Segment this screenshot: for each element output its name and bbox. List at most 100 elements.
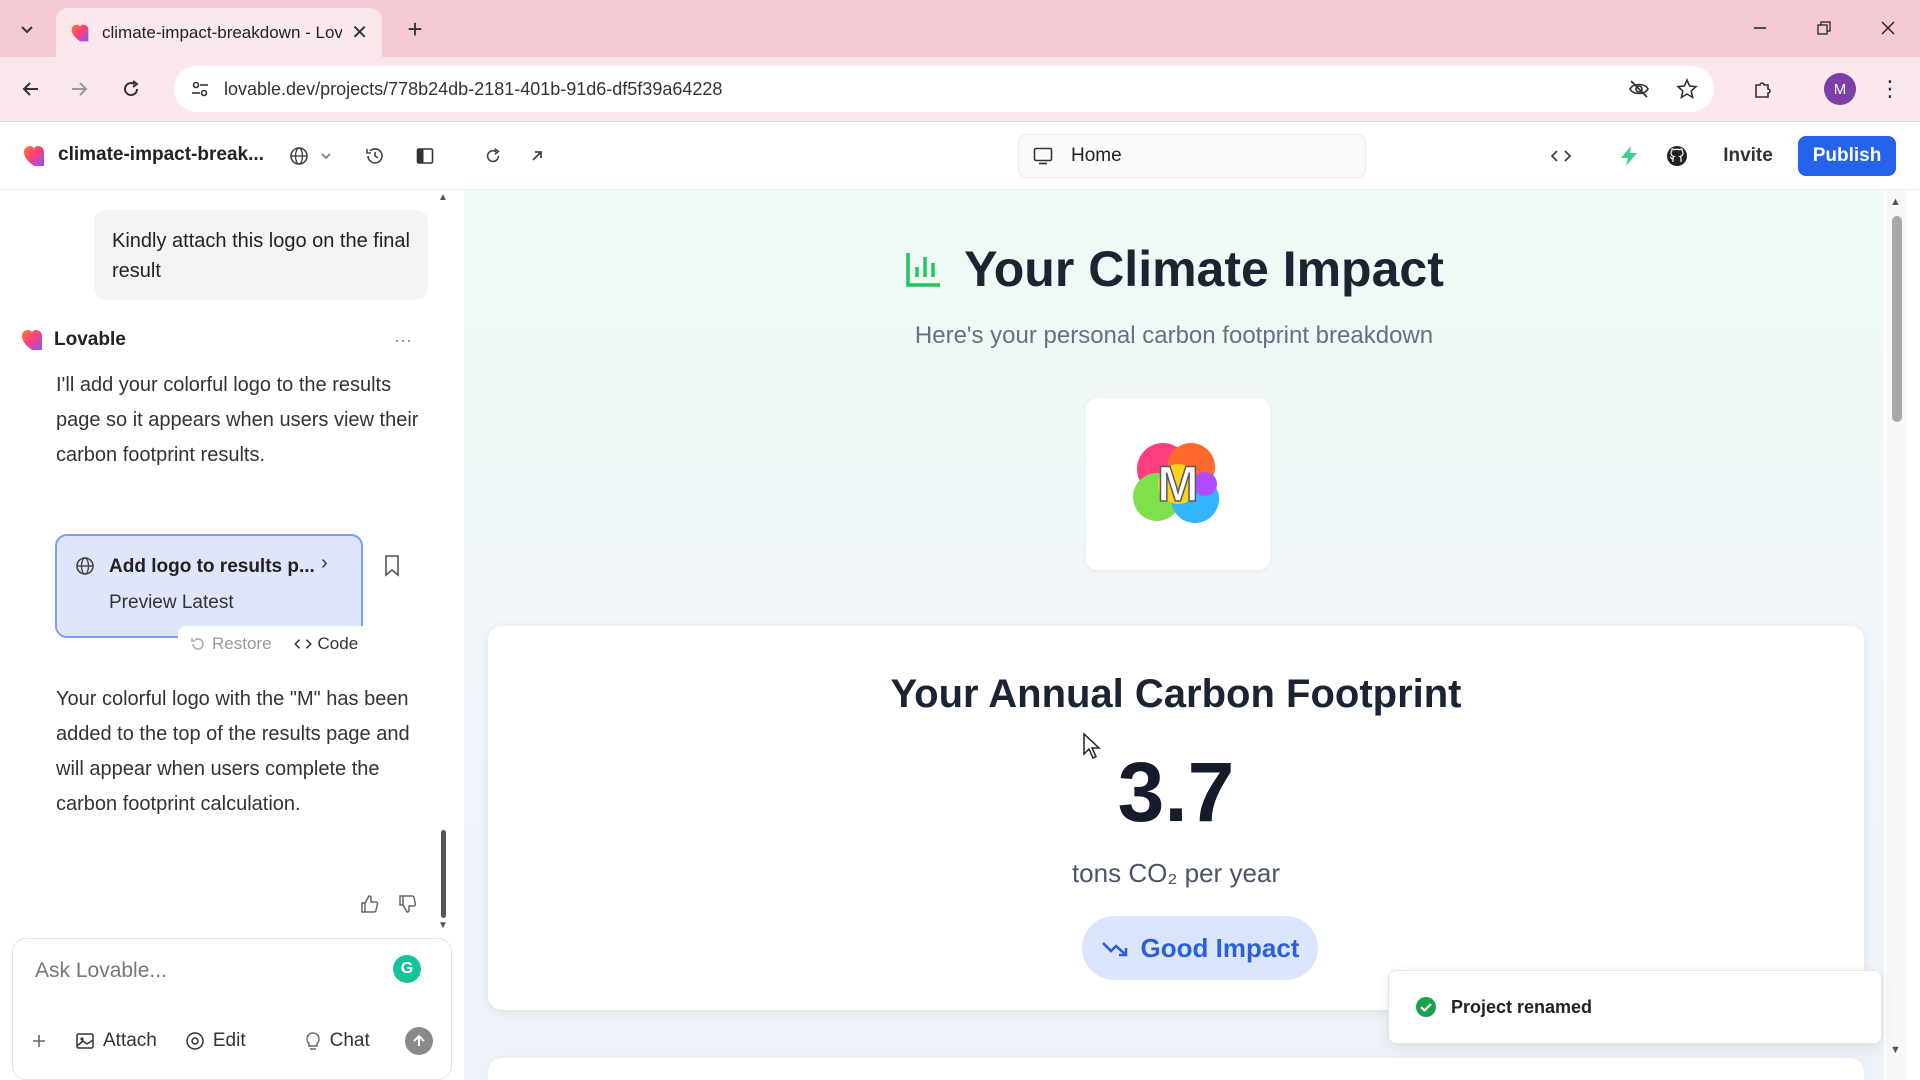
bar-chart-icon xyxy=(906,253,941,287)
grammarly-icon[interactable]: G xyxy=(393,955,421,983)
composer-toolbar: Attach Edit Chat xyxy=(31,1021,441,1061)
bolt-icon xyxy=(1621,146,1637,166)
tab-search-button[interactable] xyxy=(10,12,44,46)
restore-window-button[interactable] xyxy=(1804,10,1844,46)
open-in-new-tab-button[interactable] xyxy=(520,139,554,173)
scroll-up-arrow-icon[interactable]: ▲ xyxy=(438,192,448,203)
back-button[interactable] xyxy=(12,70,50,108)
add-button[interactable] xyxy=(31,1033,47,1049)
edit-card[interactable]: Add logo to results p... › Preview Lates… xyxy=(55,534,363,638)
attach-button[interactable]: Attach xyxy=(75,1030,157,1052)
project-menu-chevron[interactable] xyxy=(316,139,336,173)
github-icon xyxy=(1667,146,1687,166)
code-view-button[interactable] xyxy=(1544,139,1578,173)
route-label: Home xyxy=(1071,145,1122,166)
scroll-up-arrow-icon[interactable]: ▲ xyxy=(1890,196,1901,208)
plus-icon xyxy=(33,1035,45,1047)
browser-tab-strip: climate-impact-breakdown - Lovable ✕ + xyxy=(0,0,1920,57)
supabase-button[interactable] xyxy=(1612,139,1646,173)
lightbulb-icon xyxy=(305,1032,320,1050)
chat-panel: Kindly attach this logo on the final res… xyxy=(0,190,452,1080)
chat-composer: G Attach Edit Chat xyxy=(12,938,452,1080)
assistant-name: Lovable xyxy=(54,329,126,350)
footprint-card-title: Your Annual Carbon Footprint xyxy=(890,672,1462,716)
reload-button[interactable] xyxy=(112,70,150,108)
arrow-right-icon xyxy=(72,82,88,96)
browser-menu-icon[interactable]: ⋮ xyxy=(1874,73,1906,105)
tab-title: climate-impact-breakdown - Lovable xyxy=(102,22,342,42)
more-options-icon[interactable]: ··· xyxy=(394,330,412,351)
forward-button[interactable] xyxy=(60,70,98,108)
code-button[interactable]: Code xyxy=(293,634,359,654)
visibility-globe-button[interactable] xyxy=(282,139,316,173)
project-name[interactable]: climate-impact-break... xyxy=(58,144,264,166)
impact-badge: Good Impact xyxy=(1082,916,1318,980)
restore-label: Restore xyxy=(212,634,272,653)
new-tab-button[interactable]: + xyxy=(398,12,432,46)
refresh-preview-button[interactable] xyxy=(476,139,510,173)
scroll-down-arrow-icon[interactable]: ▼ xyxy=(1890,1044,1901,1056)
profile-avatar[interactable]: M xyxy=(1824,73,1856,105)
edit-label: Edit xyxy=(212,1030,246,1051)
chat-label: Chat xyxy=(329,1030,370,1051)
lovable-heart-icon xyxy=(71,24,89,41)
toggle-sidebar-button[interactable] xyxy=(408,139,442,173)
address-bar[interactable]: lovable.dev/projects/778b24db-2181-401b-… xyxy=(174,66,1714,112)
browser-tab-active[interactable]: climate-impact-breakdown - Lovable ✕ xyxy=(56,8,382,57)
edit-card-title: Add logo to results p... xyxy=(109,556,315,577)
send-button[interactable] xyxy=(405,1027,433,1055)
reload-icon xyxy=(124,80,139,97)
code-label: Code xyxy=(317,634,359,653)
logo-letter: M xyxy=(1157,456,1199,512)
close-window-button[interactable] xyxy=(1868,10,1908,46)
tracking-blocked-icon[interactable] xyxy=(1628,78,1650,100)
url-text: lovable.dev/projects/778b24db-2181-401b-… xyxy=(224,78,723,99)
app-header: climate-impact-break... Home Invite Publ… xyxy=(0,122,1920,190)
minimize-icon xyxy=(1754,27,1766,29)
bookmark-icon[interactable] xyxy=(382,554,402,578)
preview-scrollbar-thumb[interactable] xyxy=(1892,216,1902,422)
trending-down-icon xyxy=(1101,942,1127,957)
history-button[interactable] xyxy=(358,139,392,173)
thumbs-down-button[interactable] xyxy=(394,890,422,918)
edit-mode-button[interactable]: Edit xyxy=(185,1030,246,1052)
invite-button[interactable]: Invite xyxy=(1706,136,1790,176)
puzzle-icon xyxy=(1755,82,1771,98)
monitor-icon xyxy=(1033,147,1053,165)
minimize-button[interactable] xyxy=(1740,10,1780,46)
m-logo-image: M xyxy=(1133,443,1219,523)
thumbs-down-icon xyxy=(399,895,417,913)
history-icon xyxy=(366,148,383,164)
publish-button[interactable]: Publish xyxy=(1798,136,1896,176)
chat-input[interactable] xyxy=(35,959,375,983)
scroll-down-arrow-icon[interactable]: ▼ xyxy=(438,920,448,931)
code-icon xyxy=(1551,150,1571,162)
footprint-value: 3.7 xyxy=(1117,745,1235,839)
lovable-logo-icon[interactable] xyxy=(22,144,46,168)
page-title: Your Climate Impact xyxy=(964,241,1444,297)
sidebar-icon xyxy=(416,148,434,164)
github-button[interactable] xyxy=(1660,139,1694,173)
chevron-down-icon xyxy=(21,26,33,34)
arrow-up-icon xyxy=(413,1034,425,1046)
restore-window-icon xyxy=(1817,21,1831,35)
site-settings-icon[interactable] xyxy=(190,79,210,99)
preview-latest-link[interactable]: Preview Latest xyxy=(109,592,234,614)
mouse-cursor-icon xyxy=(1083,732,1101,760)
globe-icon xyxy=(76,557,94,575)
close-icon xyxy=(1881,21,1895,35)
extensions-button[interactable] xyxy=(1744,71,1782,109)
star-icon[interactable] xyxy=(1676,78,1698,100)
chevron-right-icon[interactable]: › xyxy=(321,552,328,575)
chat-scrollbar[interactable] xyxy=(441,830,446,918)
restore-button[interactable]: Restore xyxy=(190,634,272,654)
target-icon xyxy=(186,1032,204,1050)
footprint-unit: tons CO₂ per year xyxy=(1071,858,1281,888)
chat-mode-button[interactable]: Chat xyxy=(304,1030,370,1052)
route-selector[interactable]: Home xyxy=(1018,134,1366,178)
code-icon xyxy=(293,639,312,649)
close-tab-icon[interactable]: ✕ xyxy=(351,20,368,45)
user-message: Kindly attach this logo on the final res… xyxy=(94,210,428,300)
toast-message: Project renamed xyxy=(1451,996,1593,1017)
thumbs-up-button[interactable] xyxy=(356,890,384,918)
